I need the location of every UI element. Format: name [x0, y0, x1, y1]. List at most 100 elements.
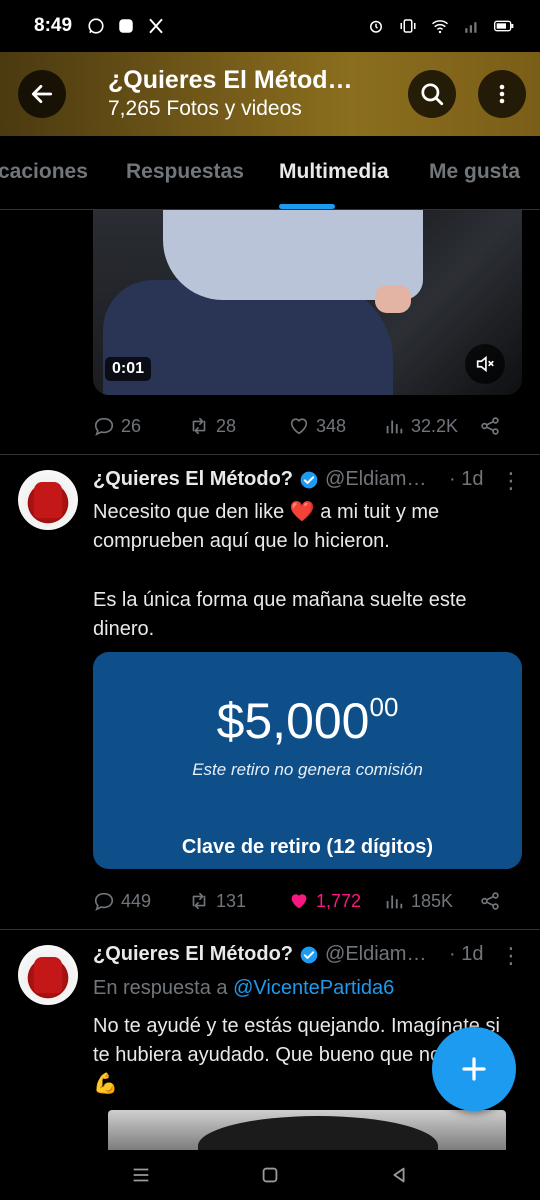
home-button[interactable] — [253, 1158, 287, 1192]
tab-publicaciones[interactable]: caciones — [0, 160, 88, 184]
header-text: ¿Quieres El Métod… 7,265 Fotos y videos — [108, 66, 398, 121]
status-time: 8:49 — [34, 15, 73, 36]
share-button[interactable] — [479, 890, 501, 912]
recent-apps-button[interactable] — [124, 1158, 158, 1192]
tweet-header: ¿Quieres El Método? @Eldiam… · 1d — [93, 468, 484, 491]
attached-image-bank-card[interactable]: $5,00000 Este retiro no genera comisión … — [93, 652, 522, 869]
views-button[interactable]: 32.2K — [383, 415, 458, 437]
media-count: 7,265 Fotos y videos — [108, 97, 302, 120]
video-frame-hand — [375, 285, 411, 313]
reply-icon — [94, 417, 114, 436]
tweet-text-part1: Necesito que den like — [93, 501, 285, 523]
arrow-left-icon — [31, 85, 53, 103]
like-button[interactable]: 1,772 — [288, 890, 361, 912]
share-icon — [481, 892, 499, 910]
reply-icon — [94, 892, 114, 911]
more-vertical-icon — [499, 84, 505, 104]
reply-button[interactable]: 449 — [93, 890, 151, 912]
tweet-text: Necesito que den like ❤️ a mi tuit y me … — [93, 498, 518, 556]
reply-prefix: En respuesta a — [93, 977, 228, 999]
more-options-button[interactable] — [478, 70, 526, 118]
back-button[interactable] — [18, 70, 66, 118]
share-icon — [481, 417, 499, 435]
views-button[interactable]: 185K — [383, 890, 453, 912]
tweet-actions: 26 28 348 32.2K — [93, 411, 513, 441]
author-handle[interactable]: @Eldiam… — [325, 468, 435, 491]
tweet-time[interactable]: · 1d — [449, 943, 483, 966]
like-count: 348 — [316, 415, 347, 436]
reply-mention-link[interactable]: @VicentePartida6 — [233, 977, 394, 999]
heart-icon — [290, 418, 308, 435]
profile-tabs: caciones Respuestas Multimedia Me gusta — [0, 136, 540, 210]
whatsapp-icon — [86, 16, 106, 36]
video-duration: 0:01 — [105, 357, 152, 381]
views-chart-icon — [386, 895, 403, 909]
views-chart-icon — [386, 420, 403, 434]
video-player[interactable]: 0:01 — [93, 210, 522, 395]
author-handle[interactable]: @Eldiam… — [325, 943, 435, 966]
media-feed[interactable]: 0:01 26 28 348 32.2K ¿Quieres El Método?… — [0, 210, 540, 1150]
system-navigation-bar — [0, 1150, 540, 1200]
author-name[interactable]: ¿Quieres El Método? — [93, 943, 293, 966]
amount-value: $5,000 — [216, 693, 370, 749]
share-button[interactable] — [479, 415, 501, 437]
heart-emoji: ❤️ — [289, 501, 315, 523]
tab-me-gusta[interactable]: Me gusta — [429, 160, 520, 184]
speaker-muted-icon — [476, 355, 494, 373]
app-notification-icon — [116, 16, 136, 36]
tweet-time[interactable]: · 1d — [449, 468, 483, 491]
author-name[interactable]: ¿Quieres El Método? — [93, 468, 293, 491]
avatar[interactable] — [18, 945, 78, 1005]
status-bar: 8:49 — [0, 0, 540, 52]
retweet-button[interactable]: 131 — [188, 890, 246, 912]
x-logo-icon — [146, 16, 166, 36]
plus-icon — [462, 1057, 486, 1081]
flexed-bicep-emoji: 💪 — [93, 1073, 118, 1095]
retweet-count: 28 — [216, 415, 237, 436]
tweet-card[interactable]: ¿Quieres El Método? @Eldiam… · 1d ⋮ Nece… — [0, 454, 540, 929]
reply-button[interactable]: 26 — [93, 415, 141, 437]
verified-badge-icon — [300, 471, 318, 488]
reply-context: En respuesta a @VicentePartida6 — [93, 977, 394, 1000]
retweet-button[interactable]: 28 — [188, 415, 236, 437]
retweet-count: 131 — [216, 890, 247, 911]
tweet-header: ¿Quieres El Método? @Eldiam… · 1d — [93, 943, 484, 966]
bank-key-label: Clave de retiro (12 dígitos) — [181, 836, 434, 858]
battery-icon — [494, 16, 514, 36]
vibrate-icon — [398, 16, 418, 36]
tweet-actions: 449 131 1,772 185K — [93, 886, 513, 916]
avatar[interactable] — [18, 470, 78, 530]
like-count: 1,772 — [316, 890, 362, 911]
menu-lines-icon — [133, 1168, 149, 1182]
signal-icon — [462, 16, 482, 36]
verified-badge-icon — [300, 946, 318, 963]
bank-amount: $5,00000 — [93, 692, 522, 750]
back-triangle-icon — [393, 1167, 405, 1183]
mute-button[interactable] — [465, 344, 505, 384]
reply-count: 449 — [121, 890, 152, 911]
amount-cents: 00 — [369, 692, 399, 723]
views-count: 32.2K — [411, 415, 459, 436]
attached-photo[interactable] — [108, 1110, 506, 1150]
tab-multimedia[interactable]: Multimedia — [279, 160, 389, 184]
profile-name-title: ¿Quieres El Métod… — [108, 66, 353, 94]
bank-note: Este retiro no genera comisión — [192, 760, 423, 779]
retweet-icon — [192, 892, 206, 910]
status-system-icons — [366, 16, 514, 36]
wifi-icon — [430, 16, 450, 36]
heart-filled-icon — [291, 894, 307, 909]
status-notification-icons — [86, 16, 166, 36]
tweet-more-button[interactable]: ⋮ — [500, 468, 522, 494]
profile-header: ¿Quieres El Métod… 7,265 Fotos y videos — [0, 52, 540, 136]
alarm-icon — [366, 16, 386, 36]
tab-respuestas[interactable]: Respuestas — [126, 160, 244, 184]
search-icon — [421, 83, 444, 106]
back-nav-button[interactable] — [382, 1158, 416, 1192]
search-button[interactable] — [408, 70, 456, 118]
reply-count: 26 — [121, 415, 142, 436]
views-count: 185K — [411, 890, 454, 911]
like-button[interactable]: 348 — [288, 415, 346, 437]
retweet-icon — [192, 417, 206, 435]
tweet-more-button[interactable]: ⋮ — [500, 943, 522, 969]
compose-tweet-button[interactable] — [432, 1027, 516, 1111]
